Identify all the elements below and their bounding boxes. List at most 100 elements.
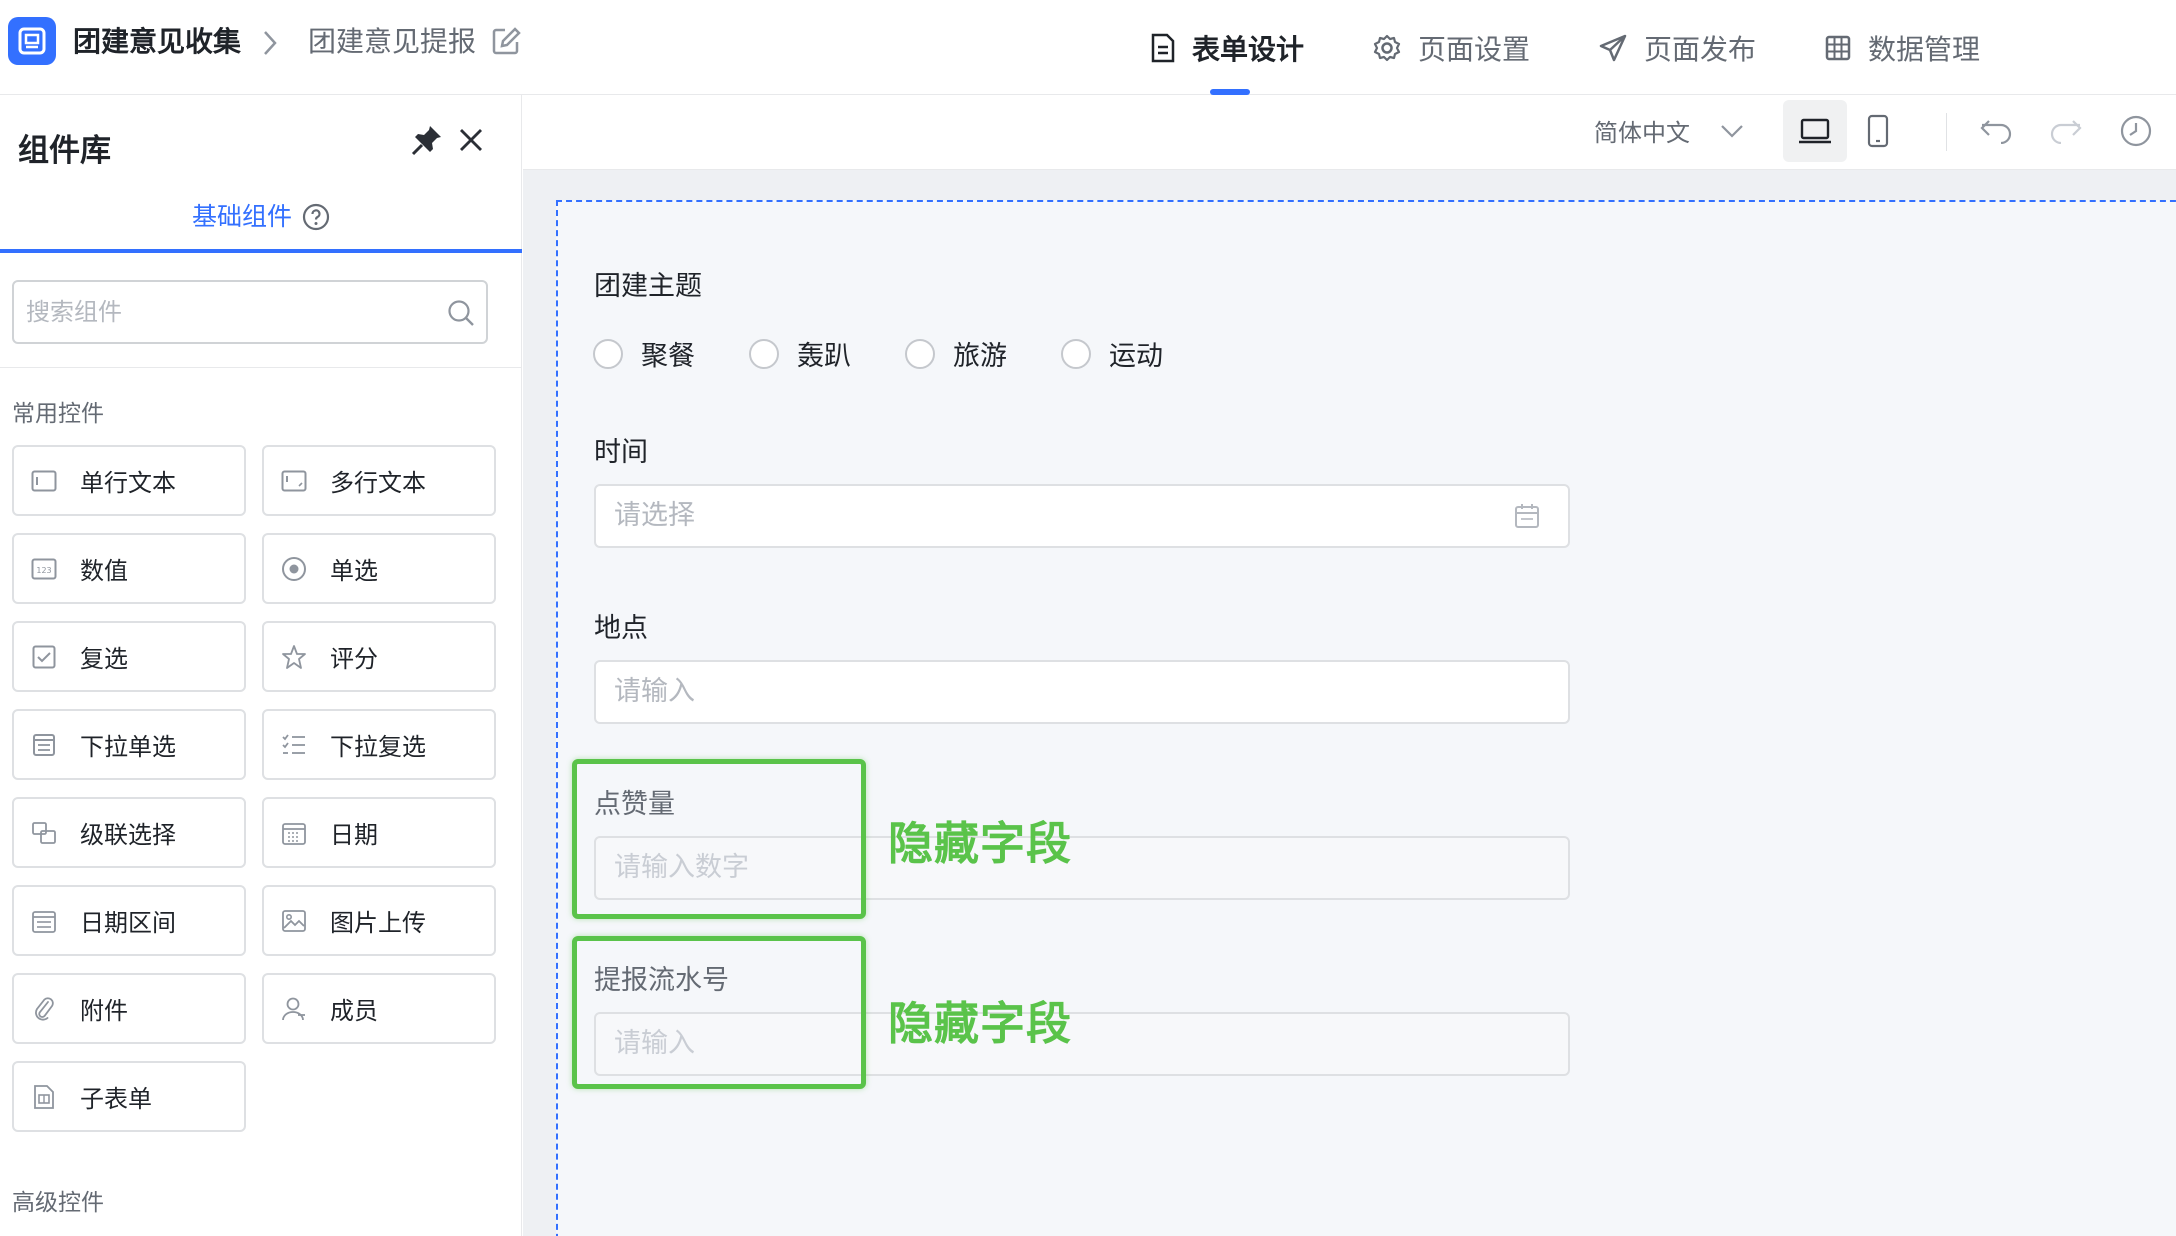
search-icon[interactable] [446,298,476,328]
radio-option-sports[interactable]: 运动 [1061,334,1163,373]
location-placeholder: 请输入 [614,676,695,707]
tab-form-design-label: 表单设计 [1192,32,1305,66]
gear-icon [1373,34,1401,61]
close-icon[interactable] [458,127,484,153]
component-grid: 单行文本 多行文本 123 数值 单选 复选 评分 下拉单选 下拉复选 级联选择… [12,445,496,1132]
field-time-label: 时间 [594,437,648,468]
desktop-view-button[interactable] [1783,100,1847,162]
breadcrumb-app-name[interactable]: 团建意见收集 [73,22,241,62]
component-label: 子表单 [80,1085,152,1113]
component-label: 单选 [330,557,378,585]
tab-form-design[interactable]: 表单设计 [1150,0,1304,95]
location-input[interactable]: 请输入 [594,660,1570,724]
tab-data-management-label: 数据管理 [1868,32,1981,66]
component-label: 成员 [330,997,378,1025]
hidden-field-annotation: 隐藏字段 [888,997,1073,1050]
language-label: 简体中文 [1594,119,1690,147]
multi-line-text-icon [280,467,308,495]
component-single-line-text[interactable]: 单行文本 [12,445,246,516]
help-icon[interactable] [302,203,330,231]
component-image-upload[interactable]: 图片上传 [262,885,496,956]
radio-option-party[interactable]: 轰趴 [749,334,851,373]
component-rating[interactable]: 评分 [262,621,496,692]
component-label: 单行文本 [80,469,176,497]
search-input[interactable] [26,282,426,342]
serial-number-input[interactable]: 请输入 [594,1012,1570,1076]
document-icon [1151,33,1175,62]
undo-icon [1980,120,2012,144]
field-theme-label: 团建主题 [594,271,702,302]
component-attachment[interactable]: 附件 [12,973,246,1044]
dropdown-single-icon [30,731,58,759]
redo-button[interactable] [2034,100,2098,162]
radio-option-label: 轰趴 [797,341,851,372]
component-label: 复选 [80,645,128,673]
calendar-icon[interactable] [1513,502,1541,530]
svg-text:123: 123 [36,566,51,575]
top-header: 团建意见收集 团建意见提报 表单设计 页面设置 页面发布 数据管理 [0,0,2176,95]
serial-placeholder: 请输入 [614,1028,695,1059]
component-date-range[interactable]: 日期区间 [12,885,246,956]
panel-title: 组件库 [18,133,111,169]
star-icon [280,643,308,671]
component-dropdown-multi[interactable]: 下拉复选 [262,709,496,780]
single-line-text-icon [30,467,58,495]
component-label: 评分 [330,645,378,673]
radio-option-label: 旅游 [953,341,1007,372]
radio-icon [280,555,308,583]
component-cascade[interactable]: 级联选择 [12,797,246,868]
radio-option-label: 运动 [1109,341,1163,372]
likes-number-input[interactable]: 请输入数字 [594,836,1570,900]
component-label: 日期 [330,821,378,849]
tab-page-publish-label: 页面发布 [1644,32,1757,66]
form-body: 团建主题 聚餐 轰趴 旅游 运动 时间 请选择 地点 请输入 点赞量 请输入数字… [593,202,1593,1202]
app-logo[interactable] [8,17,56,65]
tab-page-publish[interactable]: 页面发布 [1598,0,1756,95]
time-picker-input[interactable]: 请选择 [594,484,1570,548]
cascade-icon [30,819,58,847]
component-multi-line-text[interactable]: 多行文本 [262,445,496,516]
edit-icon[interactable] [491,26,521,56]
pin-icon[interactable] [410,123,444,157]
date-range-icon [30,907,58,935]
tab-data-management[interactable]: 数据管理 [1824,0,1980,95]
likes-placeholder: 请输入数字 [614,852,749,883]
component-label: 多行文本 [330,469,426,497]
component-dropdown-single[interactable]: 下拉单选 [12,709,246,780]
component-label: 下拉单选 [80,733,176,761]
form-canvas-area: 简体中文 团建主题 聚餐 轰趴 旅游 运动 时间 请选择 地点 请输入 点赞量 … [523,95,2176,1236]
component-label: 附件 [80,997,128,1025]
table-grid-icon [1825,35,1851,60]
send-icon [1599,34,1627,61]
radio-option-travel[interactable]: 旅游 [905,334,1007,373]
component-label: 级联选择 [80,821,176,849]
breadcrumb-page-name[interactable]: 团建意见提报 [308,22,476,62]
tab-page-settings[interactable]: 页面设置 [1372,0,1530,95]
component-date[interactable]: 日期 [262,797,496,868]
component-radio[interactable]: 单选 [262,533,496,604]
component-member[interactable]: 成员 [262,973,496,1044]
component-label: 数值 [80,557,128,585]
component-checkbox[interactable]: 复选 [12,621,246,692]
section-common-controls: 常用控件 [12,401,104,427]
component-subform[interactable]: 子表单 [12,1061,246,1132]
mobile-view-button[interactable] [1846,100,1910,162]
field-serial-label: 提报流水号 [594,965,729,996]
language-select[interactable]: 简体中文 [1594,113,1744,148]
hidden-field-annotation: 隐藏字段 [888,817,1073,870]
tab-basic-components[interactable]: 基础组件 [0,195,522,253]
theme-radio-group: 聚餐 轰趴 旅游 运动 [593,334,1217,373]
component-number[interactable]: 123 数值 [12,533,246,604]
component-label: 下拉复选 [330,733,426,761]
section-advanced-controls: 高级控件 [12,1190,104,1216]
radio-circle [593,338,623,369]
component-library-panel: 组件库 基础组件 常用控件 单行文本 [0,95,522,1236]
component-label: 图片上传 [330,909,426,937]
radio-circle [905,338,935,369]
radio-option-dinner[interactable]: 聚餐 [593,334,695,373]
form-preview[interactable]: 团建主题 聚餐 轰趴 旅游 运动 时间 请选择 地点 请输入 点赞量 请输入数字… [556,200,2176,1236]
undo-button[interactable] [1964,100,2028,162]
desktop-icon [1799,118,1831,144]
history-button[interactable] [2104,100,2168,162]
tab-page-settings-label: 页面设置 [1418,32,1531,66]
